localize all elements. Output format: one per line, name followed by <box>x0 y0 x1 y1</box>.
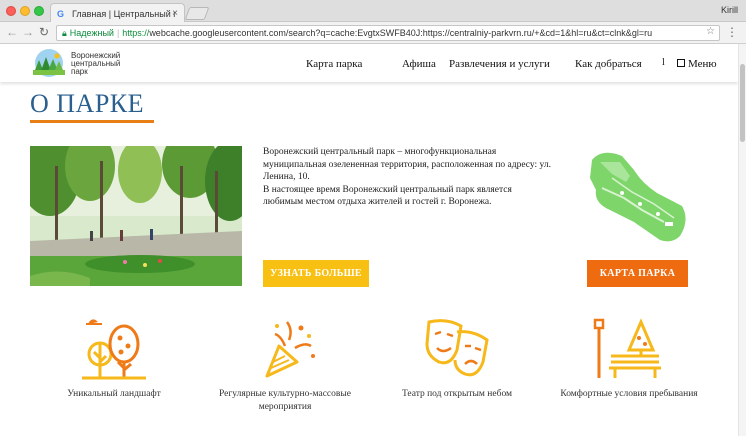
address-bar[interactable]: 🔒︎ Надежный | https:// webcache.googleus… <box>56 25 720 41</box>
nav-events[interactable]: Афиша <box>402 58 436 70</box>
window-titlebar: G Главная | Центральный парк × Kirill <box>0 0 746 23</box>
feature-events-label: Регулярные культурно-массовые мероприяти… <box>218 389 351 412</box>
feature-theater: Театр под открытым небом <box>382 316 532 401</box>
trees-icon <box>82 319 146 380</box>
url-text: webcache.googleusercontent.com/search?q=… <box>149 28 653 38</box>
park-bench-icon <box>593 318 661 378</box>
lock-icon: 🔒︎ <box>62 27 67 38</box>
learn-more-button[interactable]: УЗНАТЬ БОЛЬШЕ <box>263 260 369 287</box>
new-tab-button[interactable] <box>184 7 210 20</box>
window-minimize-button[interactable] <box>20 6 30 16</box>
about-paragraph-2: В настоящее время Воронежский центральны… <box>263 184 512 208</box>
feature-theater-label: Театр под открытым небом <box>401 389 513 399</box>
site-header: Воронежский центральный парк Карта парка… <box>0 44 738 82</box>
window-close-button[interactable] <box>6 6 16 16</box>
browser-toolbar: ← → ↻ 🔒︎ Надежный | https:// webcache.go… <box>0 22 746 44</box>
park-photo <box>30 146 242 286</box>
page-scrollbar[interactable] <box>738 44 746 436</box>
profile-name[interactable]: Kirill <box>721 5 738 15</box>
tab-title: Главная | Центральный парк <box>72 8 176 19</box>
address-separator: | <box>116 28 120 38</box>
feature-landscape-label: Уникальный ландшафт <box>67 389 161 399</box>
google-favicon-icon: G <box>57 8 65 19</box>
browser-tab-active[interactable]: G Главная | Центральный парк × <box>50 3 185 23</box>
bookmark-star-icon[interactable]: ☆ <box>706 26 715 37</box>
forward-arrow-icon[interactable]: → <box>22 25 34 39</box>
menu-checkbox-icon[interactable] <box>677 59 685 67</box>
about-text: Воронежский центральный парк – многофунк… <box>263 146 553 209</box>
scrollbar-thumb[interactable] <box>740 64 745 142</box>
url-scheme: https:// <box>122 28 150 38</box>
theater-masks-icon <box>425 319 489 377</box>
secure-label: Надежный <box>69 28 114 38</box>
feature-landscape: Уникальный ландшафт <box>39 316 189 401</box>
page-title: О ПАРКЕ <box>30 89 145 118</box>
tab-close-icon[interactable]: × <box>172 8 178 19</box>
park-logo-icon[interactable] <box>30 48 68 78</box>
feature-comfort-label: Комфортные условия пребывания <box>560 389 698 399</box>
feature-events: Регулярные культурно-массовые мероприяти… <box>210 316 360 413</box>
park-map-button[interactable]: КАРТА ПАРКА <box>587 260 688 287</box>
browser-menu-icon[interactable]: ⋮ <box>726 25 738 39</box>
nav-park-map[interactable]: Карта парка <box>306 58 362 70</box>
park-map-image[interactable] <box>582 148 692 248</box>
logo-text[interactable]: Воронежский центральный парк <box>71 52 131 76</box>
window-maximize-button[interactable] <box>34 6 44 16</box>
search-icon[interactable]: l <box>662 57 665 68</box>
feature-comfort: Комфортные условия пребывания <box>554 316 704 401</box>
nav-directions[interactable]: Как добраться <box>575 58 642 70</box>
reload-icon[interactable]: ↻ <box>39 25 49 39</box>
title-underline <box>30 120 154 123</box>
party-popper-icon <box>265 321 315 378</box>
menu-label[interactable]: Меню <box>688 58 717 70</box>
about-paragraph-1: Воронежский центральный парк – многофунк… <box>263 147 551 183</box>
back-arrow-icon[interactable]: ← <box>6 25 18 39</box>
nav-entertainment[interactable]: Развлечения и услуги <box>449 58 550 70</box>
